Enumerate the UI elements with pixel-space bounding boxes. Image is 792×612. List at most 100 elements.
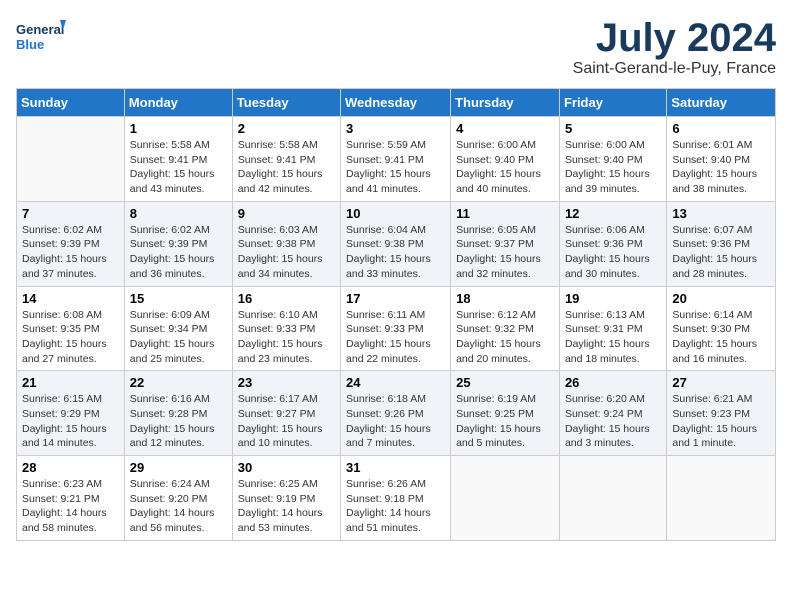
day-number: 31 [346,460,445,475]
day-cell [559,456,666,541]
day-info: Sunrise: 6:01 AM Sunset: 9:40 PM Dayligh… [672,138,770,197]
day-number: 17 [346,291,445,306]
day-info: Sunrise: 6:05 AM Sunset: 9:37 PM Dayligh… [456,223,554,282]
day-cell: 31 Sunrise: 6:26 AM Sunset: 9:18 PM Dayli… [341,456,451,541]
day-info: Sunrise: 6:16 AM Sunset: 9:28 PM Dayligh… [130,392,227,451]
day-cell: 6 Sunrise: 6:01 AM Sunset: 9:40 PM Daylig… [667,117,776,202]
day-info: Sunrise: 6:18 AM Sunset: 9:26 PM Dayligh… [346,392,445,451]
day-cell: 10Sunrise: 6:04 AM Sunset: 9:38 PM Dayli… [341,201,451,286]
day-number: 1 [130,121,227,136]
day-cell: 4 Sunrise: 6:00 AM Sunset: 9:40 PM Daylig… [451,117,560,202]
day-number: 27 [672,375,770,390]
day-info: Sunrise: 6:17 AM Sunset: 9:27 PM Dayligh… [238,392,335,451]
day-cell: 26Sunrise: 6:20 AM Sunset: 9:24 PM Dayli… [559,371,666,456]
day-number: 29 [130,460,227,475]
day-cell: 29 Sunrise: 6:24 AM Sunset: 9:20 PM Dayli… [124,456,232,541]
day-number: 25 [456,375,554,390]
day-number: 4 [456,121,554,136]
day-info: Sunrise: 6:12 AM Sunset: 9:32 PM Dayligh… [456,308,554,367]
day-info: Sunrise: 6:09 AM Sunset: 9:34 PM Dayligh… [130,308,227,367]
day-info: Sunrise: 6:11 AM Sunset: 9:33 PM Dayligh… [346,308,445,367]
day-info: Sunrise: 6:26 AM Sunset: 9:18 PM Dayligh… [346,477,445,536]
day-info: Sunrise: 6:13 AM Sunset: 9:31 PM Dayligh… [565,308,661,367]
day-info: Sunrise: 6:02 AM Sunset: 9:39 PM Dayligh… [22,223,119,282]
day-cell: 27 Sunrise: 6:21 AM Sunset: 9:23 PM Dayli… [667,371,776,456]
day-number: 30 [238,460,335,475]
column-header-wednesday: Wednesday [341,89,451,117]
day-number: 2 [238,121,335,136]
day-cell: 15 Sunrise: 6:09 AM Sunset: 9:34 PM Dayli… [124,286,232,371]
day-info: Sunrise: 6:00 AM Sunset: 9:40 PM Dayligh… [565,138,661,197]
day-number: 10 [346,206,445,221]
day-info: Sunrise: 6:00 AM Sunset: 9:40 PM Dayligh… [456,138,554,197]
day-cell: 13Sunrise: 6:07 AM Sunset: 9:36 PM Dayli… [667,201,776,286]
day-number: 15 [130,291,227,306]
day-cell: 19 Sunrise: 6:13 AM Sunset: 9:31 PM Dayli… [559,286,666,371]
day-number: 28 [22,460,119,475]
day-info: Sunrise: 6:21 AM Sunset: 9:23 PM Dayligh… [672,392,770,451]
week-row-2: 7 Sunrise: 6:02 AM Sunset: 9:39 PM Daylig… [17,201,776,286]
day-cell [667,456,776,541]
location-title: Saint-Gerand-le-Puy, France [573,60,776,78]
day-number: 13 [672,206,770,221]
day-number: 12 [565,206,661,221]
day-number: 20 [672,291,770,306]
logo-svg: General Blue [16,16,66,60]
day-cell: 14 Sunrise: 6:08 AM Sunset: 9:35 PM Dayli… [17,286,125,371]
day-info: Sunrise: 5:58 AM Sunset: 9:41 PM Dayligh… [238,138,335,197]
svg-text:Blue: Blue [16,37,44,52]
day-number: 21 [22,375,119,390]
day-cell: 8Sunrise: 6:02 AM Sunset: 9:39 PM Daylig… [124,201,232,286]
day-cell: 20 Sunrise: 6:14 AM Sunset: 9:30 PM Dayli… [667,286,776,371]
day-cell: 2 Sunrise: 5:58 AM Sunset: 9:41 PM Daylig… [232,117,340,202]
column-header-saturday: Saturday [667,89,776,117]
logo: General Blue [16,16,66,60]
day-info: Sunrise: 6:10 AM Sunset: 9:33 PM Dayligh… [238,308,335,367]
day-info: Sunrise: 6:15 AM Sunset: 9:29 PM Dayligh… [22,392,119,451]
column-header-friday: Friday [559,89,666,117]
day-number: 14 [22,291,119,306]
column-header-sunday: Sunday [17,89,125,117]
day-cell [451,456,560,541]
header: General Blue July 2024 Saint-Gerand-le-P… [16,16,776,78]
calendar-table: SundayMondayTuesdayWednesdayThursdayFrid… [16,88,776,541]
day-number: 7 [22,206,119,221]
day-cell: 18 Sunrise: 6:12 AM Sunset: 9:32 PM Dayli… [451,286,560,371]
day-info: Sunrise: 6:24 AM Sunset: 9:20 PM Dayligh… [130,477,227,536]
day-cell: 12 Sunrise: 6:06 AM Sunset: 9:36 PM Dayli… [559,201,666,286]
day-number: 3 [346,121,445,136]
day-cell: 25 Sunrise: 6:19 AM Sunset: 9:25 PM Dayli… [451,371,560,456]
day-cell: 21 Sunrise: 6:15 AM Sunset: 9:29 PM Dayli… [17,371,125,456]
day-cell: 11 Sunrise: 6:05 AM Sunset: 9:37 PM Dayli… [451,201,560,286]
month-title: July 2024 [573,16,776,60]
day-info: Sunrise: 6:19 AM Sunset: 9:25 PM Dayligh… [456,392,554,451]
day-info: Sunrise: 6:20 AM Sunset: 9:24 PM Dayligh… [565,392,661,451]
week-row-3: 14 Sunrise: 6:08 AM Sunset: 9:35 PM Dayli… [17,286,776,371]
day-number: 16 [238,291,335,306]
day-cell: 22Sunrise: 6:16 AM Sunset: 9:28 PM Dayli… [124,371,232,456]
day-cell: 24Sunrise: 6:18 AM Sunset: 9:26 PM Dayli… [341,371,451,456]
title-area: July 2024 Saint-Gerand-le-Puy, France [573,16,776,78]
week-row-1: 1 Sunrise: 5:58 AM Sunset: 9:41 PM Daylig… [17,117,776,202]
svg-text:General: General [16,22,64,37]
day-number: 23 [238,375,335,390]
day-number: 5 [565,121,661,136]
day-number: 6 [672,121,770,136]
day-number: 11 [456,206,554,221]
day-cell: 1Sunrise: 5:58 AM Sunset: 9:41 PM Daylig… [124,117,232,202]
day-info: Sunrise: 6:23 AM Sunset: 9:21 PM Dayligh… [22,477,119,536]
day-number: 19 [565,291,661,306]
day-number: 9 [238,206,335,221]
day-cell: 23 Sunrise: 6:17 AM Sunset: 9:27 PM Dayli… [232,371,340,456]
day-info: Sunrise: 5:59 AM Sunset: 9:41 PM Dayligh… [346,138,445,197]
day-cell: 9Sunrise: 6:03 AM Sunset: 9:38 PM Daylig… [232,201,340,286]
day-cell: 7 Sunrise: 6:02 AM Sunset: 9:39 PM Daylig… [17,201,125,286]
day-info: Sunrise: 6:06 AM Sunset: 9:36 PM Dayligh… [565,223,661,282]
day-info: Sunrise: 6:08 AM Sunset: 9:35 PM Dayligh… [22,308,119,367]
day-number: 18 [456,291,554,306]
column-header-thursday: Thursday [451,89,560,117]
day-info: Sunrise: 6:02 AM Sunset: 9:39 PM Dayligh… [130,223,227,282]
day-info: Sunrise: 6:14 AM Sunset: 9:30 PM Dayligh… [672,308,770,367]
week-row-4: 21 Sunrise: 6:15 AM Sunset: 9:29 PM Dayli… [17,371,776,456]
day-cell: 17 Sunrise: 6:11 AM Sunset: 9:33 PM Dayli… [341,286,451,371]
